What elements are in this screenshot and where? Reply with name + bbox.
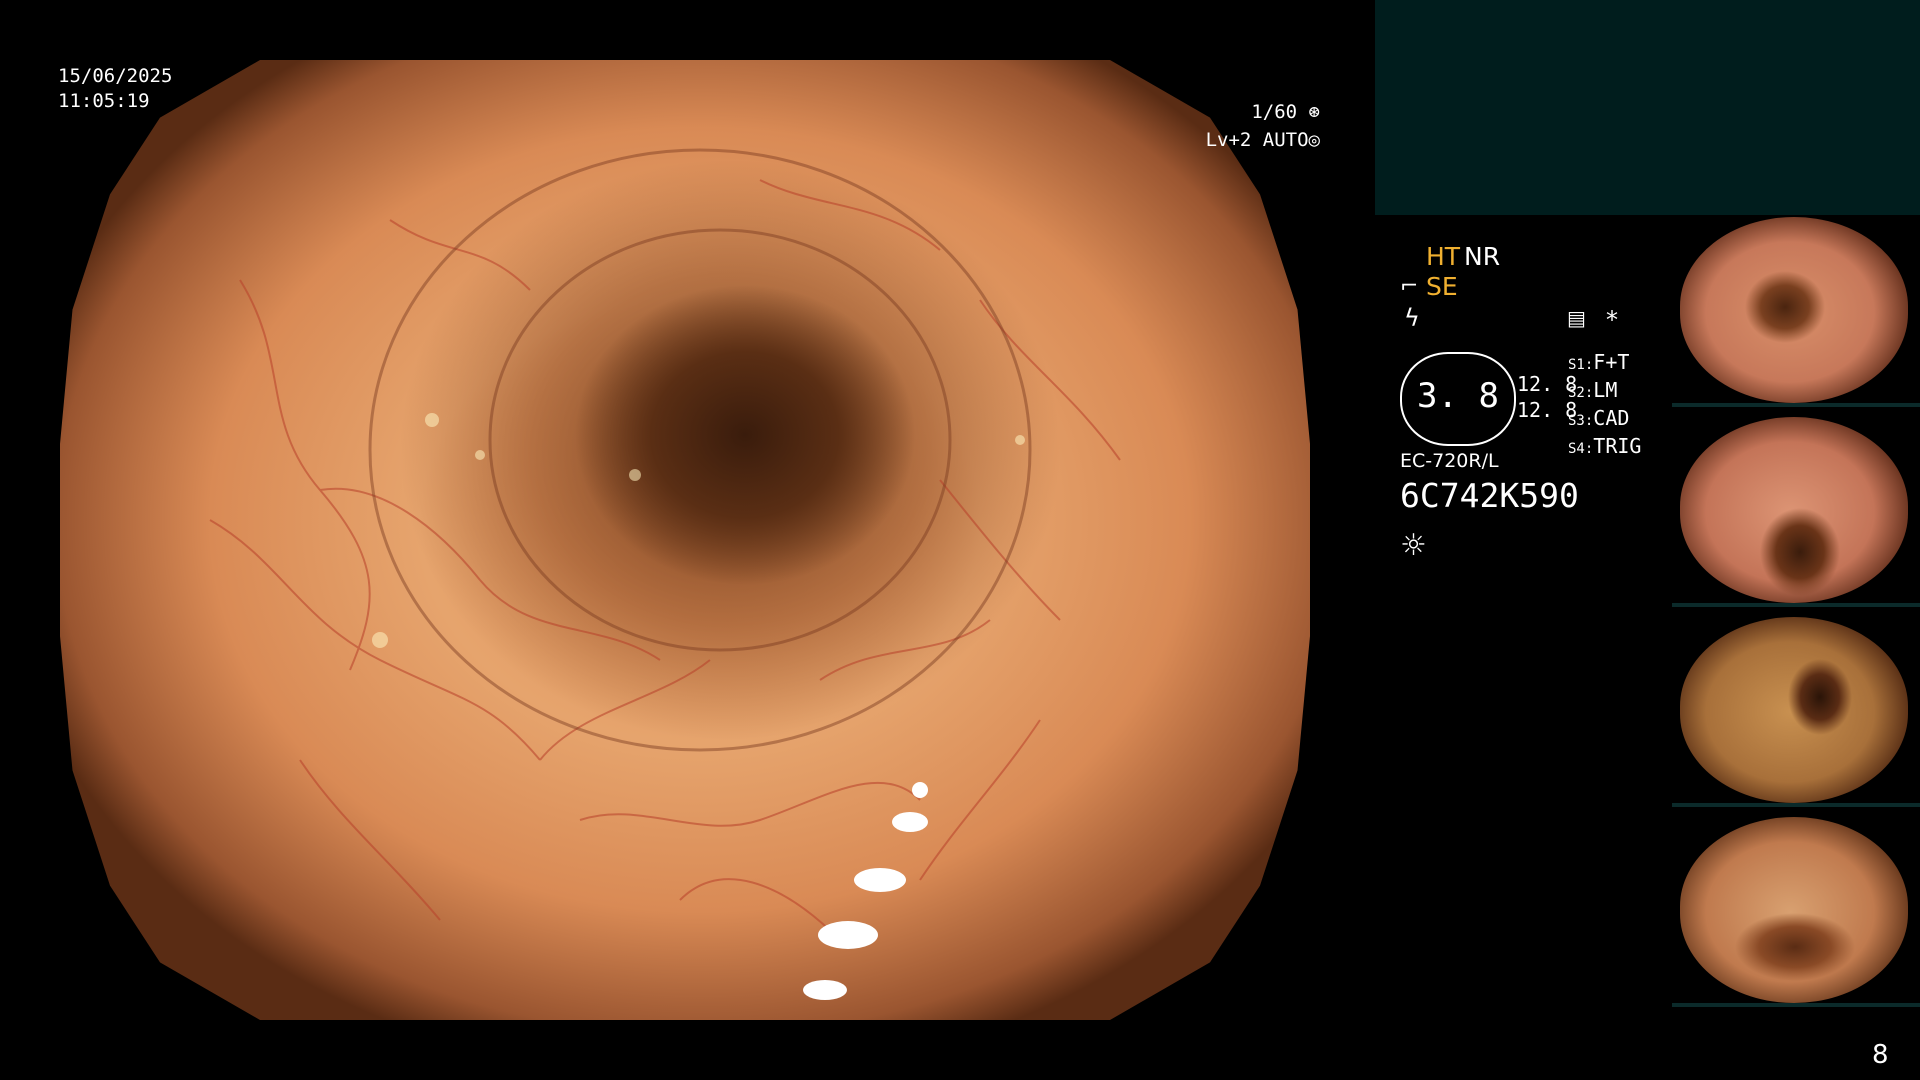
scope-serial: 6C742K590	[1400, 476, 1579, 515]
capture-thumbnail-4[interactable]	[1672, 815, 1920, 1007]
endoscopy-screen: 15/06/2025 11:05:19 1/60 ⊛ Lv+2 AUTO◎ HT…	[0, 0, 1920, 1080]
switch-list: S1:F+T S2:LM S3:CAD S4:TRIG	[1568, 350, 1641, 462]
timestamp: 15/06/2025 11:05:19	[58, 64, 172, 114]
thumbnail-image-1	[1680, 217, 1908, 403]
thumbnail-image-2	[1680, 417, 1908, 603]
exposure-level: Lv+2	[1205, 129, 1252, 151]
switch-item-s3: S3:CAD	[1568, 406, 1630, 430]
se-label: SE	[1426, 272, 1458, 301]
date-text: 15/06/2025	[58, 65, 173, 87]
nr-label: NR	[1464, 242, 1501, 271]
switch-item-s2: S2:LM	[1568, 378, 1618, 402]
thumbnail-image-4	[1680, 817, 1908, 1003]
thumbnail-bar-1	[1672, 403, 1920, 407]
page-number: 8	[1872, 1040, 1889, 1070]
capture-thumbnail-1[interactable]	[1672, 215, 1920, 407]
ht-label: HT	[1426, 242, 1461, 271]
endoscopic-image	[60, 60, 1310, 1020]
thumbnail-image-3	[1680, 617, 1908, 803]
shutter-speed: 1/60	[1251, 101, 1298, 123]
auto-iris-icon: ◎	[1308, 129, 1320, 151]
info-panel-header	[1375, 0, 1920, 215]
scope-icon: ⌐	[1400, 274, 1419, 299]
thumbnail-bar-3	[1672, 803, 1920, 807]
capture-thumbnail-2[interactable]	[1672, 415, 1920, 607]
brightness-icon: ☼	[1400, 528, 1427, 563]
memory-icon: ▤	[1567, 306, 1586, 330]
switch-item-s4: S4:TRIG	[1568, 434, 1642, 458]
exposure-info: 1/60 ⊛ Lv+2 AUTO◎	[1180, 98, 1320, 154]
exposure-mode: AUTO	[1262, 129, 1309, 151]
shutter-icon: ⊛	[1308, 101, 1320, 123]
thumbnail-bar-4	[1672, 1003, 1920, 1007]
time-text: 11:05:19	[58, 90, 150, 112]
gauge-value: 3. 8	[1417, 376, 1499, 416]
lightning-icon: ϟ	[1404, 304, 1420, 332]
vessel-pattern	[209, 148, 1121, 1000]
switch-item-s1: S1:F+T	[1568, 350, 1630, 374]
capture-thumbnail-3[interactable]	[1672, 615, 1920, 807]
asterisk-label: *	[1606, 306, 1618, 334]
scope-model: EC-720R/L	[1400, 450, 1499, 472]
thumbnail-bar-2	[1672, 603, 1920, 607]
gauge: 3. 8	[1400, 352, 1516, 446]
